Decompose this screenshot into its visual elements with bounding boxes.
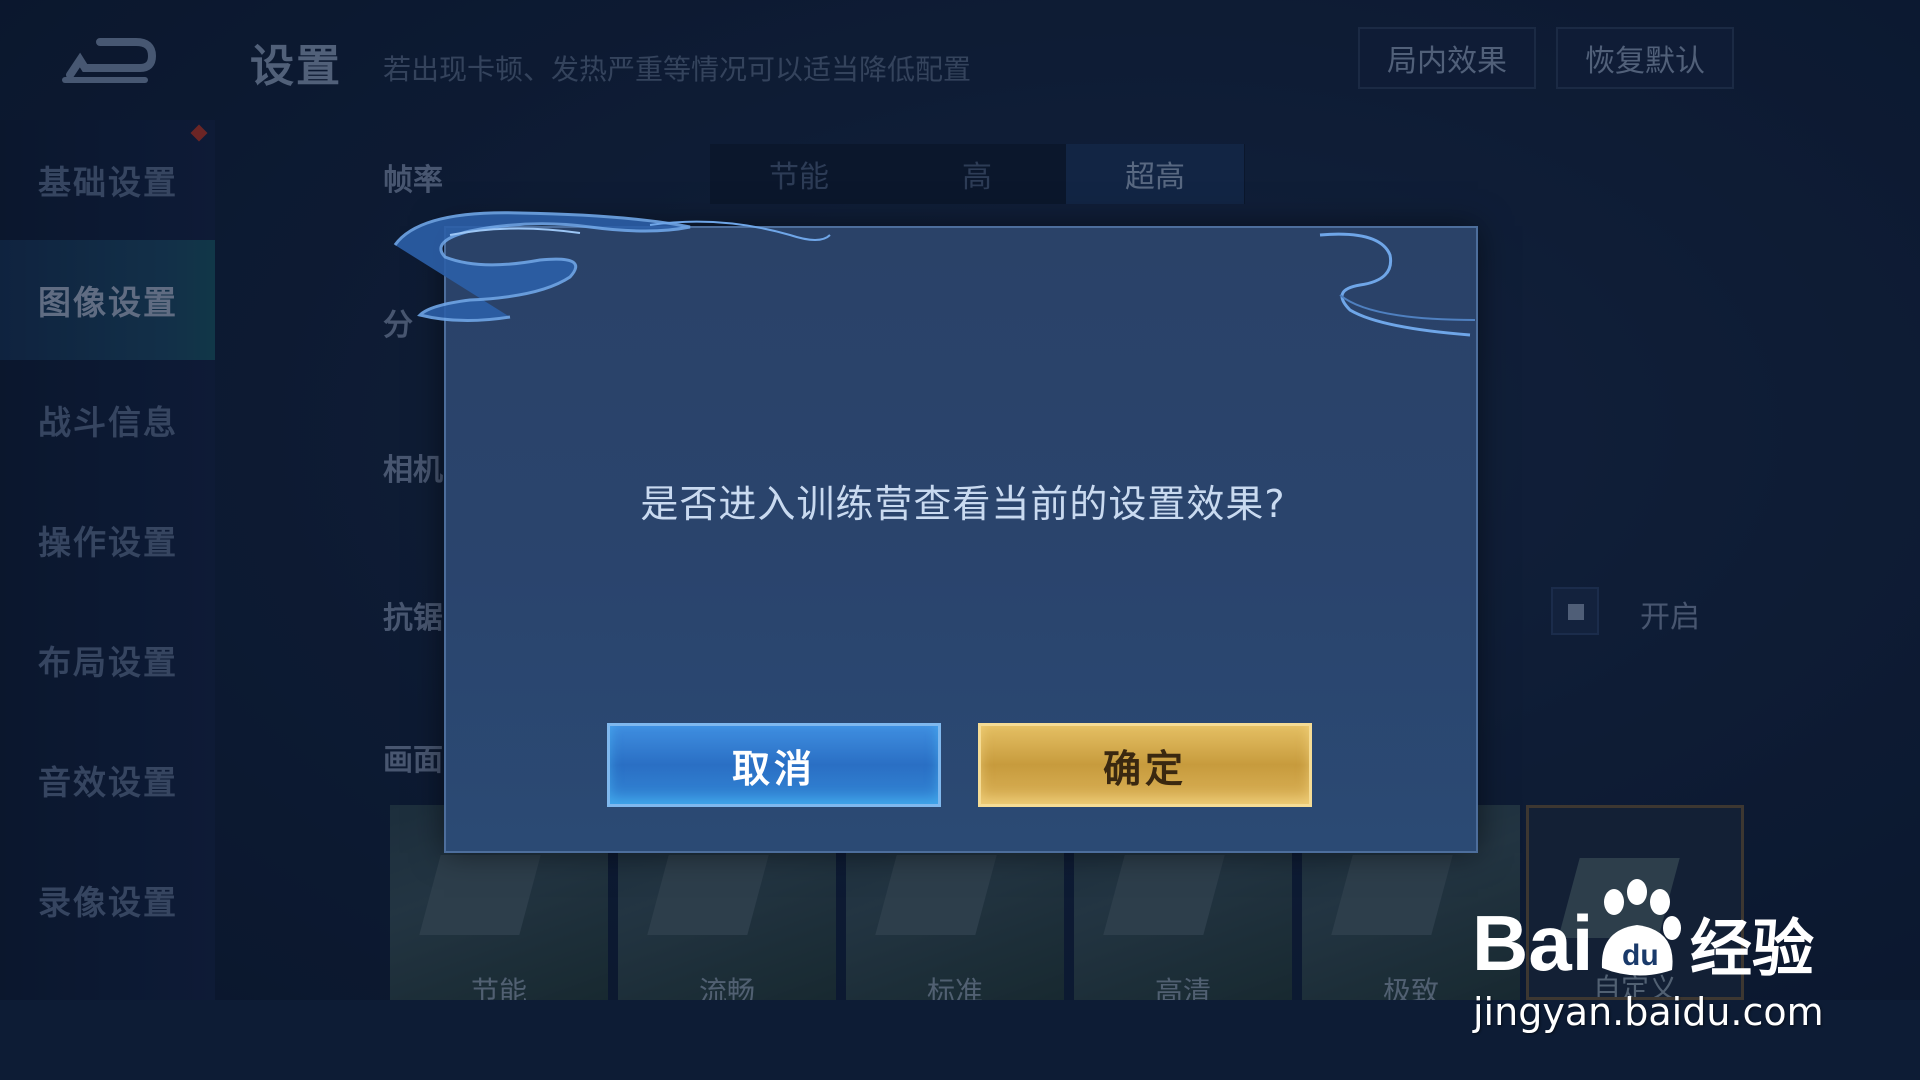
- svg-text:经验: 经验: [1690, 912, 1814, 985]
- svg-text:du: du: [1622, 939, 1659, 972]
- dialog-message: 是否进入训练营查看当前的设置效果?: [640, 482, 1286, 526]
- baidu-jingyan-logo: Bai du 经验: [1472, 879, 1814, 987]
- settings-screen: 设置 若出现卡顿、发热严重等情况可以适当降低配置 局内效果 恢复默认 基础设置 …: [0, 0, 1920, 1080]
- confirm-button[interactable]: 确定: [978, 723, 1312, 807]
- svg-text:Bai: Bai: [1472, 899, 1593, 987]
- cancel-button[interactable]: 取消: [607, 723, 941, 807]
- watermark-url: jingyan.baidu.com: [1473, 990, 1824, 1034]
- confirm-dialog: 是否进入训练营查看当前的设置效果?: [444, 226, 1478, 853]
